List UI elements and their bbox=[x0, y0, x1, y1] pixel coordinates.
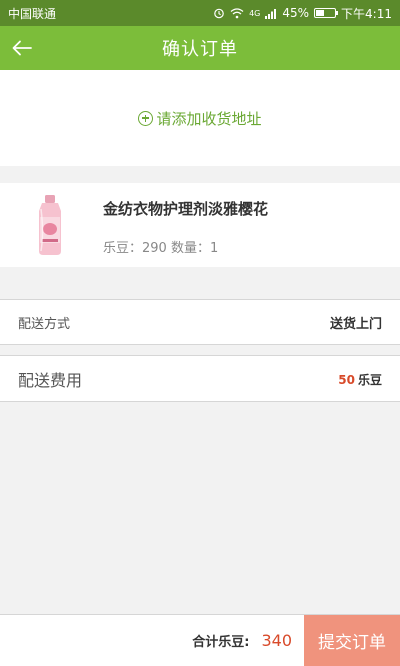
product-image bbox=[30, 193, 70, 257]
total-label: 合计乐豆: bbox=[192, 635, 250, 650]
product-price: 乐豆：290 bbox=[103, 241, 167, 256]
product-item[interactable]: 金纺衣物护理剂淡雅樱花 乐豆：290 数量：1 bbox=[0, 183, 400, 267]
battery-icon bbox=[314, 8, 339, 18]
delivery-fee-row: 配送费用 50 乐豆 bbox=[0, 355, 400, 402]
page-title: 确认订单 bbox=[162, 39, 238, 60]
delivery-fee-unit: 乐豆 bbox=[357, 373, 382, 387]
signal-icon bbox=[265, 8, 277, 19]
alarm-icon bbox=[214, 8, 224, 19]
product-meta: 乐豆：290 数量：1 bbox=[103, 237, 218, 256]
delivery-method-row[interactable]: 配送方式 送货上门 bbox=[0, 299, 400, 345]
submit-order-button[interactable]: 提交订单 bbox=[304, 615, 400, 666]
delivery-fee-value: 50 乐豆 bbox=[338, 369, 382, 388]
delivery-method-value: 送货上门 bbox=[329, 316, 382, 332]
clock: 下午4:11 bbox=[341, 6, 392, 21]
add-address-label: 请添加收货地址 bbox=[156, 109, 262, 128]
arrow-left-icon bbox=[12, 40, 32, 56]
total-value: 340 bbox=[261, 631, 292, 650]
delivery-fee-amount: 50 bbox=[338, 373, 355, 387]
network-type-label: 4G bbox=[249, 8, 261, 18]
carrier-name: 中国联通 bbox=[8, 6, 57, 21]
status-icons: 4G 45% 下午4:11 bbox=[213, 5, 392, 22]
delivery-fee-label: 配送费用 bbox=[18, 370, 83, 390]
checkout-bar: 合计乐豆: 340 提交订单 bbox=[0, 614, 400, 666]
product-name: 金纺衣物护理剂淡雅樱花 bbox=[103, 200, 269, 218]
product-quantity: 数量：1 bbox=[170, 241, 219, 256]
add-address-button[interactable]: 请添加收货地址 bbox=[0, 70, 400, 166]
delivery-method-label: 配送方式 bbox=[18, 316, 71, 332]
plus-circle-icon bbox=[138, 110, 154, 126]
status-bar: 中国联通 4G 45% 下午4:11 bbox=[0, 0, 400, 26]
battery-fill bbox=[316, 10, 325, 16]
back-button[interactable] bbox=[8, 34, 36, 62]
nav-bar: 确认订单 bbox=[0, 26, 400, 70]
battery-percent: 45% bbox=[282, 6, 310, 20]
wifi-icon bbox=[230, 8, 244, 19]
